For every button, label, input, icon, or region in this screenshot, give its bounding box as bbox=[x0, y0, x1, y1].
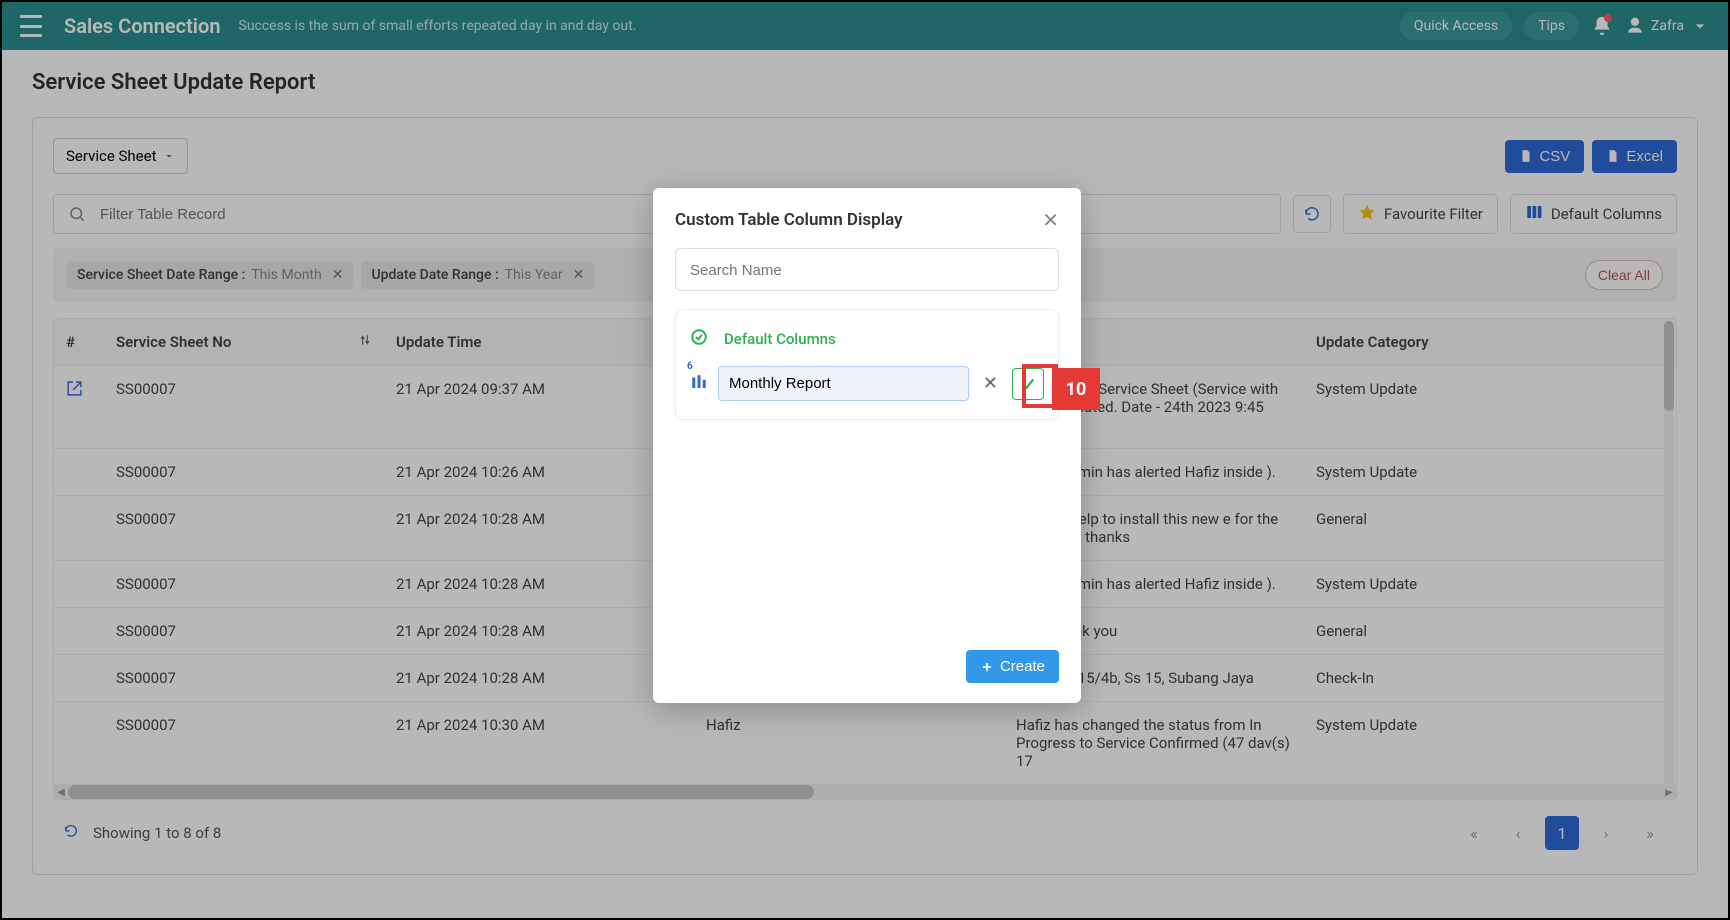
column-display-modal: Custom Table Column Display ✕ Default Co… bbox=[653, 188, 1081, 703]
create-button[interactable]: Create bbox=[966, 650, 1059, 683]
check-icon bbox=[1019, 375, 1037, 393]
column-count-badge: 6 bbox=[687, 361, 693, 372]
column-set-name-input[interactable] bbox=[718, 366, 969, 401]
check-circle-icon bbox=[690, 328, 708, 350]
columns-count-icon: 6 bbox=[690, 373, 708, 395]
modal-search-input[interactable] bbox=[690, 262, 1044, 279]
create-label: Create bbox=[1000, 658, 1045, 675]
annotation-callout: 10 bbox=[1052, 368, 1100, 410]
plus-icon bbox=[980, 660, 994, 674]
confirm-check-button[interactable] bbox=[1012, 368, 1044, 400]
modal-search-wrapper[interactable] bbox=[675, 248, 1059, 291]
default-columns-option[interactable]: Default Columns bbox=[686, 322, 1048, 356]
modal-close-icon[interactable]: ✕ bbox=[1042, 208, 1059, 232]
default-columns-option-label: Default Columns bbox=[724, 330, 836, 348]
modal-title: Custom Table Column Display bbox=[675, 210, 903, 230]
clear-input-icon[interactable]: ✕ bbox=[979, 373, 1002, 394]
